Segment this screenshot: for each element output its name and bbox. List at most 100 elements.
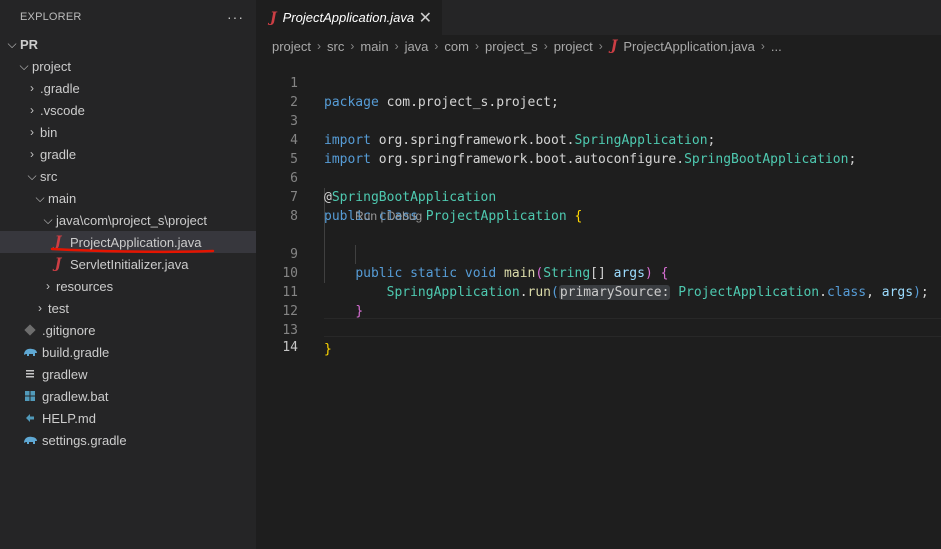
breadcrumb-file[interactable]: ProjectApplication.java bbox=[623, 39, 755, 54]
gradle-elephant-icon bbox=[22, 344, 38, 360]
text-file-icon bbox=[22, 366, 38, 382]
chevron-right-icon: › bbox=[30, 103, 34, 117]
tree-folder-bin[interactable]: › bin bbox=[0, 121, 256, 143]
tree-item-label: java\com\project_s\project bbox=[56, 212, 208, 228]
tree-item-label: ServletInitializer.java bbox=[70, 256, 189, 272]
tree-folder-java-package[interactable]: ⌵ java\com\project_s\project bbox=[0, 209, 256, 231]
code-line-7: 7 public class ProjectApplication { bbox=[256, 169, 941, 224]
tab-label: ProjectApplication.java bbox=[282, 10, 415, 25]
tab-bar: J ProjectApplication.java ✕ bbox=[256, 0, 941, 35]
more-actions-icon[interactable]: ··· bbox=[227, 9, 244, 25]
tree-item-label: .vscode bbox=[40, 102, 85, 118]
code-editor[interactable]: 1 package com.project_s.project; 2 3 imp… bbox=[256, 55, 941, 549]
tree-item-label: settings.gradle bbox=[42, 432, 127, 448]
chevron-right-icon: › bbox=[350, 39, 355, 53]
tree-folder-gradle[interactable]: › gradle bbox=[0, 143, 256, 165]
tree-folder-vscode[interactable]: › .vscode bbox=[0, 99, 256, 121]
tree-file-build-gradle[interactable]: build.gradle bbox=[0, 341, 256, 363]
code-line-11: 11 } bbox=[256, 264, 941, 319]
git-icon bbox=[22, 322, 38, 338]
tree-item-label: resources bbox=[56, 278, 114, 294]
chevron-right-icon: › bbox=[434, 39, 439, 53]
windows-icon bbox=[22, 388, 38, 404]
tree-item-label: test bbox=[48, 300, 69, 316]
tree-item-label: gradle bbox=[40, 146, 77, 162]
tree-file-projectapplication[interactable]: J ProjectApplication.java bbox=[0, 231, 256, 254]
tree-folder-project[interactable]: ⌵ project bbox=[0, 55, 256, 77]
tree-item-label: .gradle bbox=[40, 80, 80, 96]
code-line-1: 1 package com.project_s.project; bbox=[256, 55, 941, 110]
code-line-6: 6 @SpringBootApplication bbox=[256, 150, 941, 205]
chevron-right-icon: › bbox=[30, 147, 34, 161]
chevron-down-icon: ⌵ bbox=[7, 36, 17, 51]
chevron-down-icon: ⌵ bbox=[19, 58, 29, 73]
chevron-down-icon: ⌵ bbox=[43, 212, 53, 227]
codelens-run-debug[interactable]: Run | Debug bbox=[355, 207, 422, 226]
chevron-down-icon: ⌵ bbox=[27, 168, 37, 183]
breadcrumb-item[interactable]: project bbox=[272, 39, 311, 54]
code-line-9: 9 public static void main(String[] args)… bbox=[256, 226, 941, 281]
java-file-icon: J bbox=[610, 38, 618, 54]
java-file-icon: J bbox=[54, 256, 62, 272]
code-line-8: 8 bbox=[256, 188, 941, 224]
tree-folder-resources[interactable]: › resources bbox=[0, 275, 256, 297]
chevron-right-icon: › bbox=[46, 279, 50, 293]
tree-file-help-md[interactable]: HELP.md bbox=[0, 407, 256, 429]
file-tree: ⌵ PR ⌵ project › .gradle › .vscode › bin… bbox=[0, 33, 256, 451]
code-line-5: 5 bbox=[256, 131, 941, 167]
breadcrumb-more[interactable]: ... bbox=[771, 39, 782, 54]
tree-file-settings-gradle[interactable]: settings.gradle bbox=[0, 429, 256, 451]
breadcrumb-item[interactable]: project_s bbox=[485, 39, 538, 54]
tree-file-servletinitializer[interactable]: J ServletInitializer.java bbox=[0, 253, 256, 275]
chevron-right-icon: › bbox=[317, 39, 322, 53]
tree-item-label: gradlew.bat bbox=[42, 388, 109, 404]
chevron-right-icon: › bbox=[394, 39, 399, 53]
tree-root-pr[interactable]: ⌵ PR bbox=[0, 33, 256, 55]
code-line-12: 12 bbox=[256, 283, 941, 319]
chevron-right-icon: › bbox=[543, 39, 548, 53]
close-icon[interactable]: ✕ bbox=[419, 8, 432, 28]
explorer-header: EXPLORER ··· bbox=[0, 0, 256, 33]
breadcrumb-item[interactable]: src bbox=[327, 39, 344, 54]
tree-item-label: project bbox=[32, 58, 72, 74]
explorer-title: EXPLORER bbox=[20, 10, 82, 23]
tree-root-label: PR bbox=[20, 36, 39, 52]
gradle-elephant-icon bbox=[22, 432, 38, 448]
code-line-2: 2 bbox=[256, 74, 941, 110]
line-number: 8 bbox=[290, 209, 298, 224]
tree-folder-test[interactable]: › test bbox=[0, 297, 256, 319]
java-file-icon: J bbox=[270, 9, 277, 26]
tree-item-label: build.gradle bbox=[42, 344, 110, 360]
code-line-14: 14 bbox=[256, 319, 941, 355]
tree-file-gradlew-bat[interactable]: gradlew.bat bbox=[0, 385, 256, 407]
tree-item-label: gradlew bbox=[42, 366, 88, 382]
breadcrumb-item[interactable]: com bbox=[444, 39, 469, 54]
tree-item-label: bin bbox=[40, 124, 58, 140]
tree-folder-gradle-hidden[interactable]: › .gradle bbox=[0, 77, 256, 99]
explorer-sidebar: EXPLORER ··· ⌵ PR ⌵ project › .gradle › … bbox=[0, 0, 256, 549]
breadcrumb-item[interactable]: java bbox=[405, 39, 429, 54]
tree-file-gitignore[interactable]: .gitignore bbox=[0, 319, 256, 341]
chevron-right-icon: › bbox=[760, 39, 765, 53]
tree-folder-src[interactable]: ⌵ src bbox=[0, 165, 256, 187]
breadcrumb-item[interactable]: main bbox=[360, 39, 388, 54]
code-line-4: 4 import org.springframework.boot.autoco… bbox=[256, 112, 941, 167]
code-line-3: 3 import org.springframework.boot.Spring… bbox=[256, 93, 941, 148]
tab-projectapplication[interactable]: J ProjectApplication.java ✕ bbox=[256, 0, 442, 35]
chevron-right-icon: › bbox=[38, 301, 42, 315]
breadcrumb-item[interactable]: project bbox=[554, 39, 593, 54]
tree-item-label: HELP.md bbox=[42, 410, 96, 426]
tree-folder-main[interactable]: ⌵ main bbox=[0, 187, 256, 209]
tree-item-label: main bbox=[48, 190, 77, 206]
line-number: 14 bbox=[282, 340, 298, 355]
chevron-right-icon: › bbox=[30, 125, 34, 139]
markdown-icon bbox=[22, 410, 38, 426]
tree-file-gradlew[interactable]: gradlew bbox=[0, 363, 256, 385]
chevron-right-icon: › bbox=[598, 39, 603, 53]
chevron-right-icon: › bbox=[30, 81, 34, 95]
chevron-down-icon: ⌵ bbox=[35, 190, 45, 205]
tree-item-label: src bbox=[40, 168, 58, 184]
tree-item-label: .gitignore bbox=[42, 322, 96, 338]
breadcrumb: project › src › main › java › com › project_s… bbox=[256, 35, 941, 57]
chevron-right-icon: › bbox=[474, 39, 479, 53]
